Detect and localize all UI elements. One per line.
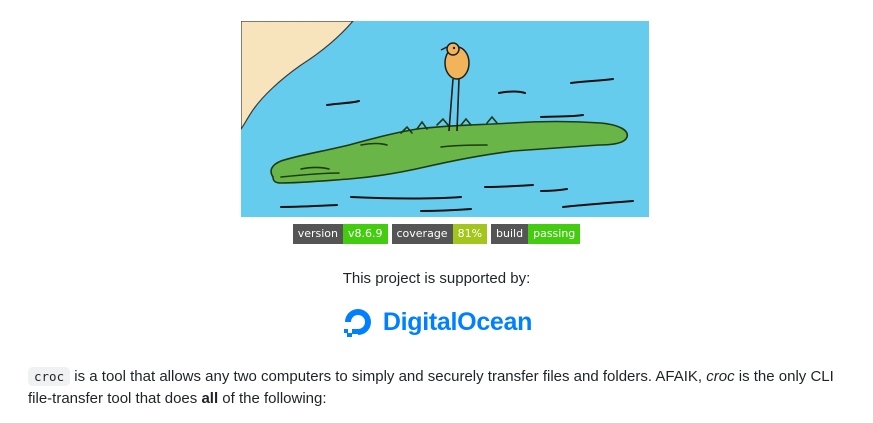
coverage-badge-label: coverage (391, 224, 453, 244)
digitalocean-icon (343, 309, 371, 337)
digitalocean-sponsor-link[interactable]: DigitalOcean (0, 305, 873, 339)
croc-on-water-image (241, 21, 649, 217)
build-badge[interactable]: build passing (491, 224, 581, 244)
build-badge-label: build (491, 224, 529, 244)
all-strong: all (201, 390, 219, 407)
croc-inline-code: croc (28, 367, 71, 386)
croc-illustration (241, 21, 649, 217)
intro-text-1: is a tool that allows any two computers … (70, 368, 707, 385)
build-badge-value: passing (528, 224, 581, 244)
intro-text-3: of the following: (218, 390, 327, 407)
intro-paragraph: croc is a tool that allows any two compu… (28, 366, 858, 410)
badge-row: version v8.6.9 coverage 81% build passin… (0, 224, 873, 244)
version-badge-label: version (292, 224, 343, 244)
croc-emphasis: croc (706, 368, 735, 385)
version-badge-value: v8.6.9 (343, 224, 388, 244)
supported-by-text: This project is supported by: (342, 270, 531, 287)
coverage-badge-value: 81% (452, 224, 488, 244)
digitalocean-wordmark: DigitalOcean (382, 307, 533, 336)
version-badge[interactable]: version v8.6.9 (292, 224, 388, 244)
coverage-badge[interactable]: coverage 81% (391, 224, 488, 244)
